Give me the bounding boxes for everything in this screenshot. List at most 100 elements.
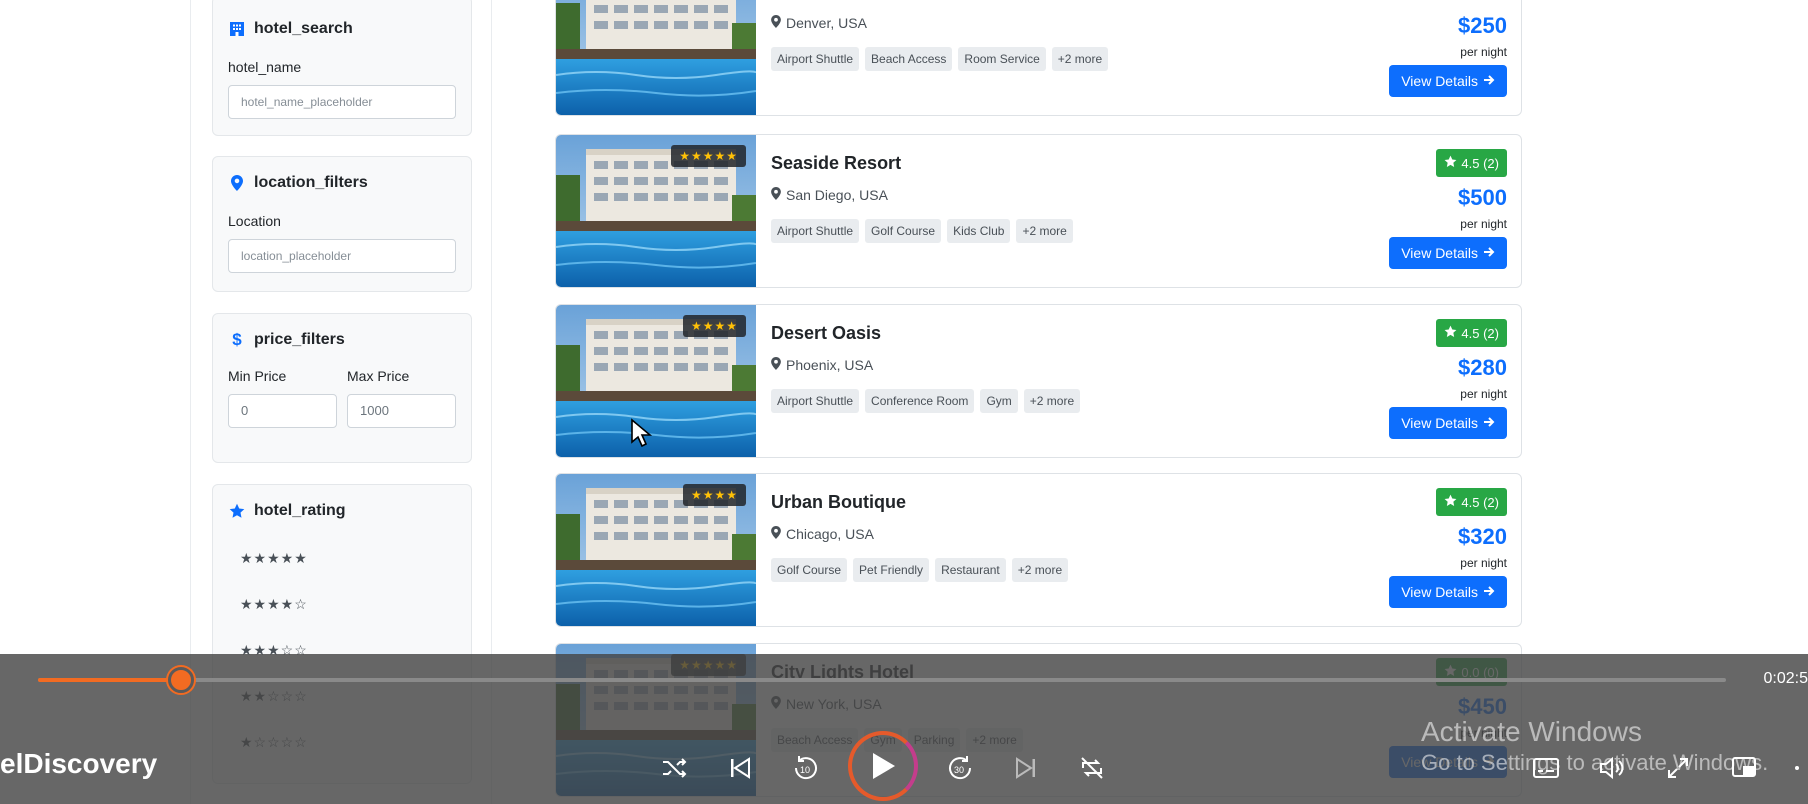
amenity-tag: Golf Course [865, 219, 942, 243]
hotel-location: San Diego, USA [771, 187, 888, 203]
rating-value: 4.5 (2) [1461, 494, 1499, 510]
view-details-label: View Details [1401, 415, 1478, 431]
hotel-location-text: San Diego, USA [786, 187, 888, 203]
hotel-rating-title-text: hotel_rating [254, 502, 346, 519]
hotel-rating-title: hotel_rating [228, 501, 456, 521]
amenity-tag: +2 more [1023, 389, 1081, 413]
amenity-tag: Golf Course [771, 558, 848, 582]
map-marker-icon [228, 174, 246, 192]
location-label: Location [228, 213, 281, 229]
rating-badge: 4.5 (2) [1436, 319, 1507, 347]
hotel-image[interactable] [556, 0, 756, 115]
amenity-list: Golf Course Pet Friendly Restaurant +2 more [771, 558, 1069, 582]
hotel-price: $250 [1458, 13, 1507, 38]
min-price-label: Min Price [228, 368, 287, 384]
hotel-image[interactable]: ★★★★ [556, 474, 756, 626]
svg-text:30: 30 [954, 765, 964, 775]
max-price-label: Max Price [347, 368, 410, 384]
repeat-off-icon[interactable] [1074, 750, 1110, 786]
amenity-tag: Restaurant [935, 558, 1006, 582]
price-filters-card: $ price_filters Min Price 0 Max Price 10… [212, 313, 472, 463]
amenity-list: Airport Shuttle Golf Course Kids Club +2 mo… [771, 219, 1073, 243]
amenity-tag: Kids Club [947, 219, 1011, 243]
hotel-price: $500 [1458, 185, 1507, 210]
arrow-right-icon [1483, 415, 1495, 431]
hotel-card: ★★★★★ Seaside Resort San Diego, USA Airport… [555, 134, 1522, 288]
location-filters-title: location_filters [228, 173, 456, 193]
amenity-tag: Airport Shuttle [771, 219, 860, 243]
map-marker-icon [771, 526, 781, 542]
shuffle-icon[interactable] [656, 750, 692, 786]
map-marker-icon [771, 15, 781, 31]
map-marker-icon [771, 187, 781, 203]
dollar-icon: $ [232, 330, 242, 349]
media-title: elDiscovery [0, 748, 158, 779]
forward-30-icon[interactable]: 30 [942, 750, 978, 786]
amenity-tag: Airport Shuttle [771, 47, 860, 71]
amenity-tag: Gym [980, 389, 1018, 413]
svg-text:10: 10 [800, 765, 810, 775]
hotel-stars-badge: ★★★★ [682, 484, 746, 506]
view-details-button[interactable]: View Details [1389, 576, 1507, 608]
view-details-label: View Details [1401, 584, 1478, 600]
amenity-tag: Room Service [958, 47, 1046, 71]
next-track-icon[interactable] [1008, 750, 1044, 786]
watermark-subtitle: Go to Settings to activate Windows. [1421, 750, 1769, 775]
play-button[interactable] [848, 731, 918, 801]
hotel-image[interactable]: ★★★★ [556, 305, 756, 457]
watermark-title: Activate Windows [1421, 716, 1642, 747]
rating-badge: 4.5 (2) [1436, 149, 1507, 177]
per-night-label: per night [1460, 45, 1507, 59]
amenity-list: Airport Shuttle Conference Room Gym +2 more [771, 389, 1081, 413]
arrow-right-icon [1483, 73, 1495, 89]
view-details-button[interactable]: View Details [1389, 407, 1507, 439]
hotel-name-input[interactable]: hotel_name_placeholder [228, 85, 456, 119]
location-input[interactable]: location_placeholder [228, 239, 456, 273]
amenity-tag: Conference Room [865, 389, 975, 413]
hotel-name[interactable]: Seaside Resort [771, 153, 901, 174]
star-icon [1444, 325, 1457, 341]
location-filters-title-text: location_filters [254, 174, 368, 191]
star-icon [228, 502, 246, 520]
hotel-search-card: hotel_search hotel_name hotel_name_place… [212, 0, 472, 136]
seek-bar[interactable] [38, 667, 1726, 693]
total-time: 0:02:5 [1763, 670, 1808, 687]
hotel-location-text: Denver, USA [786, 15, 867, 31]
more-options-icon[interactable] [1786, 750, 1808, 786]
hotel-card: Denver, USA Airport Shuttle Beach Access Ro… [555, 0, 1522, 116]
amenity-tag: Beach Access [865, 47, 953, 71]
max-price-input[interactable]: 1000 [347, 394, 456, 428]
arrow-right-icon [1483, 584, 1495, 600]
amenity-tag: +2 more [1011, 558, 1069, 582]
rating-option-4[interactable]: ★★★★☆ [228, 581, 456, 627]
view-details-button[interactable]: View Details [1389, 237, 1507, 269]
hotel-stars-badge: ★★★★ [682, 315, 746, 337]
rating-badge: 4.5 (2) [1436, 488, 1507, 516]
hotel-name[interactable]: Desert Oasis [771, 323, 881, 344]
previous-track-icon[interactable] [722, 750, 758, 786]
activate-windows-watermark: Activate Windows Go to Settings to activ… [1421, 716, 1768, 776]
price-filters-title-text: price_filters [254, 331, 345, 348]
view-details-label: View Details [1401, 73, 1478, 89]
hotel-location-text: Phoenix, USA [786, 357, 874, 373]
hotel-name[interactable]: Urban Boutique [771, 492, 906, 513]
hotel-stars-badge: ★★★★★ [671, 145, 746, 167]
rating-value: 4.5 (2) [1461, 155, 1499, 171]
building-icon [228, 20, 246, 38]
hotel-location: Chicago, USA [771, 526, 874, 542]
map-marker-icon [771, 357, 781, 373]
hotel-price: $280 [1458, 355, 1507, 380]
rewind-10-icon[interactable]: 10 [788, 750, 824, 786]
amenity-tag: +2 more [1016, 219, 1073, 243]
seek-handle[interactable] [168, 667, 195, 693]
min-price-input[interactable]: 0 [228, 394, 337, 428]
per-night-label: per night [1460, 387, 1507, 401]
hotel-location-text: Chicago, USA [786, 526, 874, 542]
price-filters-title: $ price_filters [228, 330, 456, 350]
rating-value: 4.5 (2) [1461, 325, 1499, 341]
view-details-button[interactable]: View Details [1389, 65, 1507, 97]
amenity-tag: Pet Friendly [853, 558, 930, 582]
rating-option-5[interactable]: ★★★★★ [228, 535, 456, 581]
hotel-image[interactable]: ★★★★★ [556, 135, 756, 287]
hotel-card: ★★★★ Desert Oasis Phoenix, USA Airport Shut… [555, 304, 1522, 458]
